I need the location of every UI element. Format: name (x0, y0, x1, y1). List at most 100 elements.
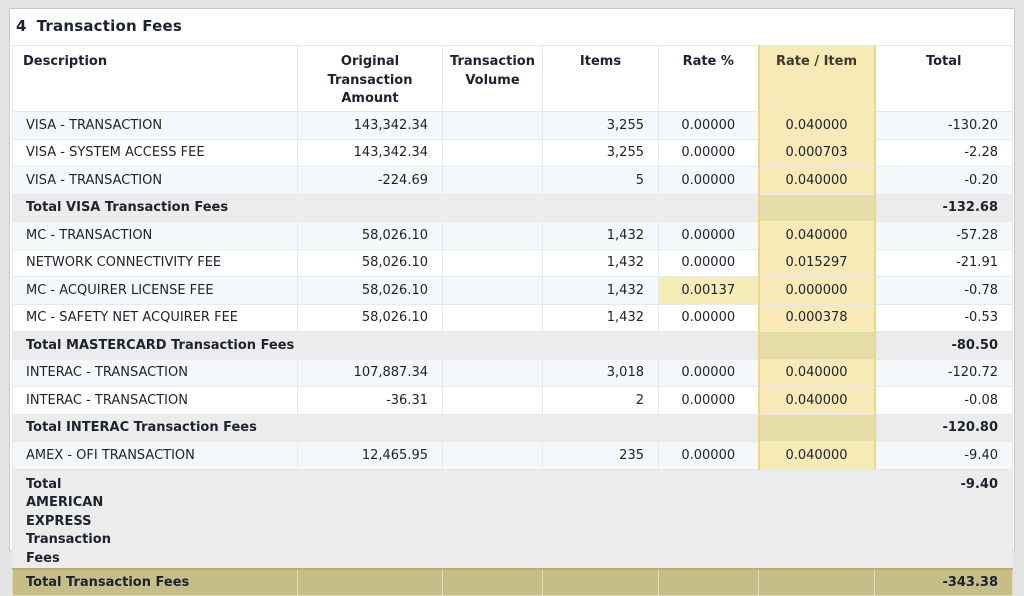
row-items: 1,432 (542, 276, 659, 305)
row-rate-per-item: 0.015297 (757, 248, 876, 277)
row-rate-per-item: 0.000000 (757, 276, 876, 305)
row-original-amount: 143,342.34 (297, 111, 443, 140)
subtotal-label: Total VISA Transaction Fees (12, 193, 759, 222)
subtotal-rate-per-item (757, 331, 876, 360)
row-description: MC - TRANSACTION (12, 221, 298, 250)
row-volume (442, 111, 543, 140)
row-rate-per-item: 0.040000 (757, 441, 876, 470)
row-total: -0.08 (874, 386, 1013, 415)
row-volume (442, 276, 543, 305)
row-original-amount: 107,887.34 (297, 358, 443, 387)
row-total: -120.72 (874, 358, 1013, 387)
row-rate-per-item: 0.040000 (757, 221, 876, 250)
row-description: VISA - TRANSACTION (12, 166, 298, 195)
row-rate-percent: 0.00000 (658, 358, 759, 387)
header-description: Description (12, 45, 298, 112)
row-total: -57.28 (874, 221, 1013, 250)
row-original-amount: 58,026.10 (297, 303, 443, 332)
row-items: 2 (542, 386, 659, 415)
row-rate-per-item: 0.040000 (757, 386, 876, 415)
header-original-amount: Original Transaction Amount (297, 45, 443, 112)
row-rate-percent-highlighted: 0.00137 (658, 276, 759, 305)
header-transaction-volume: Transaction Volume (442, 45, 543, 112)
row-rate-percent: 0.00000 (658, 166, 759, 195)
table-row: INTERAC - TRANSACTION -36.31 2 0.00000 0… (12, 386, 1013, 415)
row-description: INTERAC - TRANSACTION (12, 386, 298, 415)
row-total: -9.40 (874, 441, 1013, 470)
row-description: VISA - SYSTEM ACCESS FEE (12, 138, 298, 167)
header-original-line1: Original (340, 54, 400, 69)
row-total: -2.28 (874, 138, 1013, 167)
row-rate-per-item: 0.040000 (757, 166, 876, 195)
row-items: 1,432 (542, 221, 659, 250)
header-row: Description Original Transaction Amount … (12, 45, 1013, 112)
header-original-line3: Amount (341, 91, 399, 106)
subtotal-rate-per-item (757, 413, 876, 442)
header-rate-percent: Rate % (658, 45, 759, 112)
section-title-text: Transaction Fees (36, 17, 182, 35)
table-row: MC - TRANSACTION 58,026.10 1,432 0.00000… (12, 221, 1013, 250)
section-number: 4 (16, 17, 27, 35)
subtotal-value: -9.40 (874, 468, 1013, 570)
row-description: MC - SAFETY NET ACQUIRER FEE (12, 303, 298, 332)
row-original-amount: 12,465.95 (297, 441, 443, 470)
table-row: VISA - TRANSACTION -224.69 5 0.00000 0.0… (12, 166, 1013, 195)
row-description: VISA - TRANSACTION (12, 111, 298, 140)
row-items: 5 (542, 166, 659, 195)
table-row: NETWORK CONNECTIVITY FEE 58,026.10 1,432… (12, 248, 1013, 277)
grand-total-cell (542, 568, 659, 596)
table-row: MC - SAFETY NET ACQUIRER FEE 58,026.10 1… (12, 303, 1013, 332)
row-total: -21.91 (874, 248, 1013, 277)
row-rate-percent: 0.00000 (658, 386, 759, 415)
row-rate-per-item: 0.040000 (757, 111, 876, 140)
grand-total-value: -343.38 (874, 568, 1013, 596)
row-volume (442, 358, 543, 387)
grand-total-cell (297, 568, 443, 596)
row-items: 3,018 (542, 358, 659, 387)
grand-total-cell (658, 568, 759, 596)
row-rate-percent: 0.00000 (658, 248, 759, 277)
header-volume-line2: Volume (465, 72, 520, 88)
header-items: Items (542, 45, 659, 112)
row-volume (442, 221, 543, 250)
subtotal-label: Total MASTERCARD Transaction Fees (12, 331, 759, 360)
subtotal-label: Total INTERAC Transaction Fees (12, 413, 759, 442)
subtotal-row-mastercard: Total MASTERCARD Transaction Fees -80.50 (12, 331, 1013, 360)
grand-total-cell (758, 568, 875, 596)
row-total: -0.53 (874, 303, 1013, 332)
grand-total-cell (442, 568, 543, 596)
section-title: 4 Transaction Fees (16, 17, 182, 35)
row-rate-per-item: 0.000378 (757, 303, 876, 332)
row-items: 3,255 (542, 138, 659, 167)
row-rate-percent: 0.00000 (658, 221, 759, 250)
subtotal-value: -132.68 (874, 193, 1013, 222)
header-total: Total (874, 45, 1013, 112)
subtotal-value: -80.50 (874, 331, 1013, 360)
row-original-amount: 58,026.10 (297, 221, 443, 250)
transaction-fees-panel: 4 Transaction Fees Description Original T… (9, 8, 1015, 596)
row-description: NETWORK CONNECTIVITY FEE (12, 248, 298, 277)
row-original-amount: 143,342.34 (297, 138, 443, 167)
grand-total-row: Total Transaction Fees -343.38 (12, 568, 1013, 596)
row-items: 1,432 (542, 303, 659, 332)
row-total: -130.20 (874, 111, 1013, 140)
row-description: INTERAC - TRANSACTION (12, 358, 298, 387)
table-row: VISA - SYSTEM ACCESS FEE 143,342.34 3,25… (12, 138, 1013, 167)
row-original-amount: 58,026.10 (297, 248, 443, 277)
row-items: 1,432 (542, 248, 659, 277)
subtotal-value: -120.80 (874, 413, 1013, 442)
subtotal-row-visa: Total VISA Transaction Fees -132.68 (12, 193, 1013, 222)
subtotal-rate-per-item (757, 193, 876, 222)
row-volume (442, 303, 543, 332)
row-rate-percent: 0.00000 (658, 138, 759, 167)
row-total: -0.78 (874, 276, 1013, 305)
transaction-fees-table: Description Original Transaction Amount … (12, 45, 1013, 596)
row-original-amount: -36.31 (297, 386, 443, 415)
table-row: VISA - TRANSACTION 143,342.34 3,255 0.00… (12, 111, 1013, 140)
row-volume (442, 441, 543, 470)
row-original-amount: 58,026.10 (297, 276, 443, 305)
row-original-amount: -224.69 (297, 166, 443, 195)
table-row: MC - ACQUIRER LICENSE FEE 58,026.10 1,43… (12, 276, 1013, 305)
row-total: -0.20 (874, 166, 1013, 195)
table-row: INTERAC - TRANSACTION 107,887.34 3,018 0… (12, 358, 1013, 387)
